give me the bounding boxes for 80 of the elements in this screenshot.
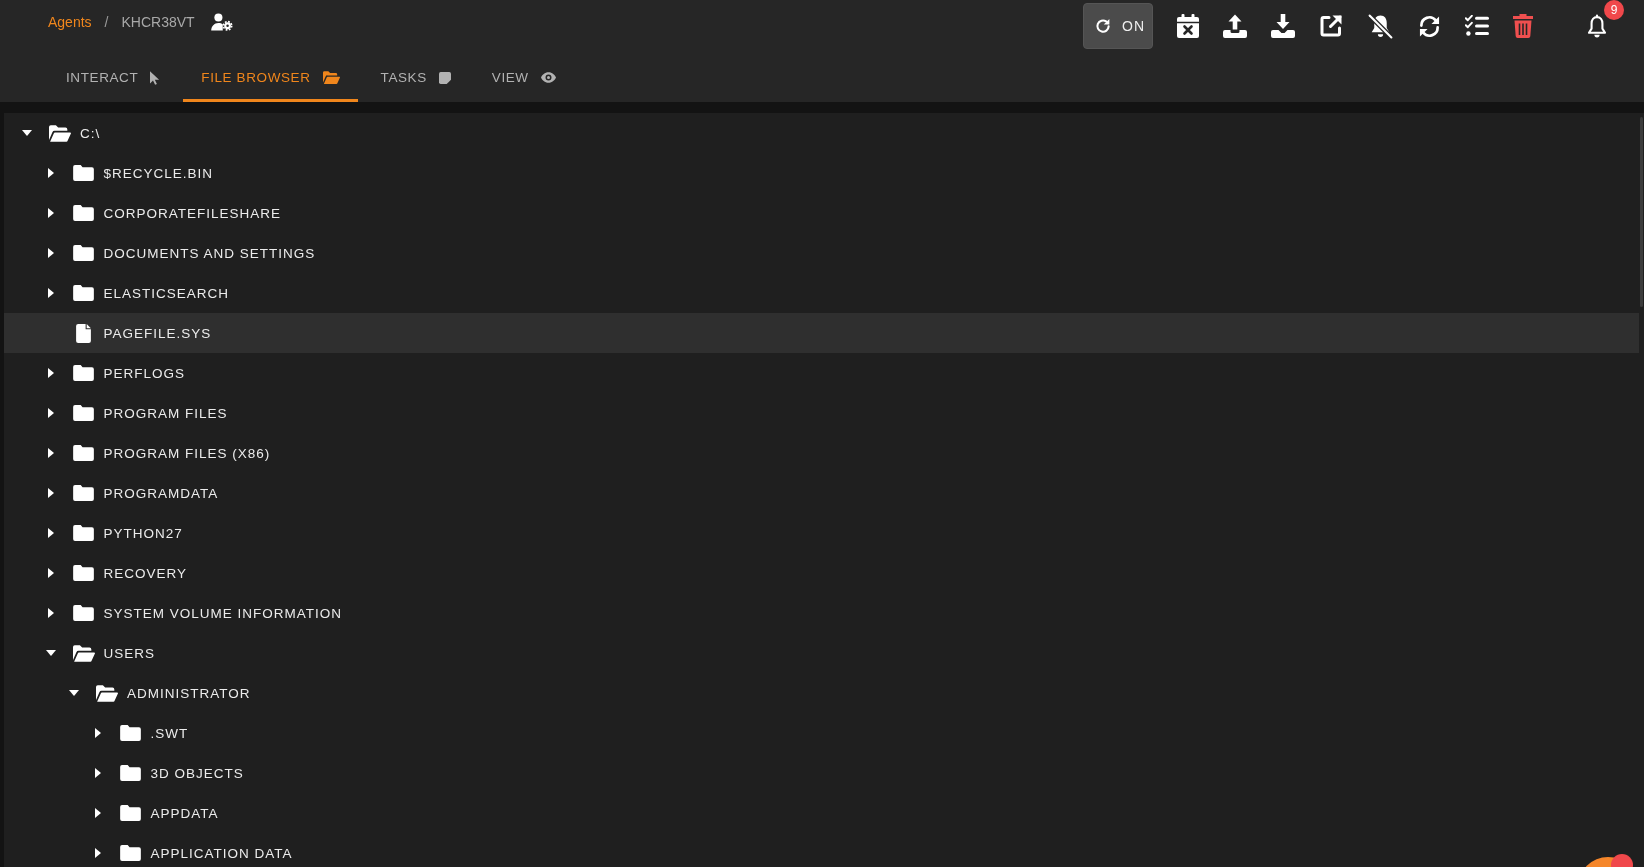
tree-row[interactable]: USERS [4,633,1639,673]
tree-row[interactable]: APPDATA [4,793,1639,833]
bell-icon[interactable] [1586,13,1608,39]
caret-right-icon[interactable] [47,608,54,618]
folder-icon [120,765,141,781]
folder-icon [73,165,94,181]
folder-open-icon [96,684,118,702]
caret-right-icon[interactable] [94,808,101,818]
folder-icon [73,245,94,261]
notification-count: 9 [1604,0,1624,20]
tab[interactable]: TASKS [362,52,469,102]
folder-icon [73,285,94,301]
refresh-icon [1094,17,1112,35]
cursor-icon [150,70,161,85]
user-gear-icon[interactable] [210,13,233,31]
caret-right-icon[interactable] [47,568,54,578]
folder-icon [120,725,141,741]
folder-icon [73,565,94,581]
breadcrumb-link[interactable]: Agents [48,14,92,30]
tree-row[interactable]: APPLICATION DATA [4,833,1639,867]
checklist-icon[interactable] [1465,15,1489,37]
eye-icon [540,72,556,83]
tree-row[interactable]: .SWT [4,713,1639,753]
folder-icon [73,525,94,541]
caret-right-icon[interactable] [47,488,54,498]
folder-icon [73,405,94,421]
caret-right-icon[interactable] [47,408,54,418]
caret-down-icon[interactable] [45,650,56,656]
trash-icon[interactable] [1513,14,1533,38]
folder-icon [73,205,94,221]
tree-row[interactable]: ELASTICSEARCH [4,273,1639,313]
file-icon [76,323,91,343]
caret-right-icon[interactable] [47,448,54,458]
tab[interactable]: VIEW [473,52,574,102]
caret-right-icon[interactable] [47,528,54,538]
caret-right-icon[interactable] [94,848,101,858]
caret-right-icon[interactable] [94,728,101,738]
folder-open-icon [322,71,340,84]
caret-right-icon[interactable] [47,288,54,298]
tree-row[interactable]: DOCUMENTS AND SETTINGS [4,233,1639,273]
folder-icon [73,445,94,461]
caret-right-icon[interactable] [47,248,54,258]
folder-icon [73,485,94,501]
breadcrumb-separator: / [104,14,109,30]
folder-open-icon [49,124,71,142]
tab[interactable]: INTERACT [48,52,179,102]
tree-row[interactable]: PYTHON27 [4,513,1639,553]
tree-row[interactable]: RECOVERY [4,553,1639,593]
caret-right-icon[interactable] [47,368,54,378]
folder-icon [120,805,141,821]
folder-icon [120,845,141,861]
folder-open-icon [72,644,95,662]
auto-refresh-button[interactable]: ON [1083,3,1153,49]
tree-row[interactable]: CORPORATEFILESHARE [4,193,1639,233]
caret-right-icon[interactable] [47,208,54,218]
tree-row[interactable]: $RECYCLE.BIN [4,153,1639,193]
caret-right-icon[interactable] [47,168,54,178]
tree-row[interactable]: PROGRAM FILES [4,393,1639,433]
folder-icon [73,605,94,621]
tree-row[interactable]: PERFLOGS [4,353,1639,393]
tree-row[interactable]: C:\ [4,113,1639,153]
tree-row[interactable]: 3D OBJECTS [4,753,1639,793]
tab[interactable]: FILE BROWSER [183,52,358,102]
agent-name: KHCR38VT [121,14,195,30]
tree-row[interactable]: PROGRAMDATA [4,473,1639,513]
tree-row[interactable]: SYSTEM VOLUME INFORMATION [4,593,1639,633]
sync-icon[interactable] [1418,14,1441,38]
tree-row[interactable]: ADMINISTRATOR [4,673,1639,713]
folder-icon [73,365,94,381]
caret-right-icon[interactable] [94,768,101,778]
tree-row[interactable]: PROGRAM FILES (X86) [4,433,1639,473]
bell-slash-icon[interactable] [1367,13,1394,39]
caret-down-icon[interactable] [22,130,32,136]
upload-icon[interactable] [1223,14,1247,38]
calendar-x-icon[interactable] [1177,14,1199,38]
download-icon[interactable] [1271,14,1295,38]
note-icon [438,71,451,84]
external-link-icon[interactable] [1319,14,1343,38]
caret-down-icon[interactable] [69,690,79,696]
tree-row[interactable]: PAGEFILE.SYS [4,313,1639,353]
